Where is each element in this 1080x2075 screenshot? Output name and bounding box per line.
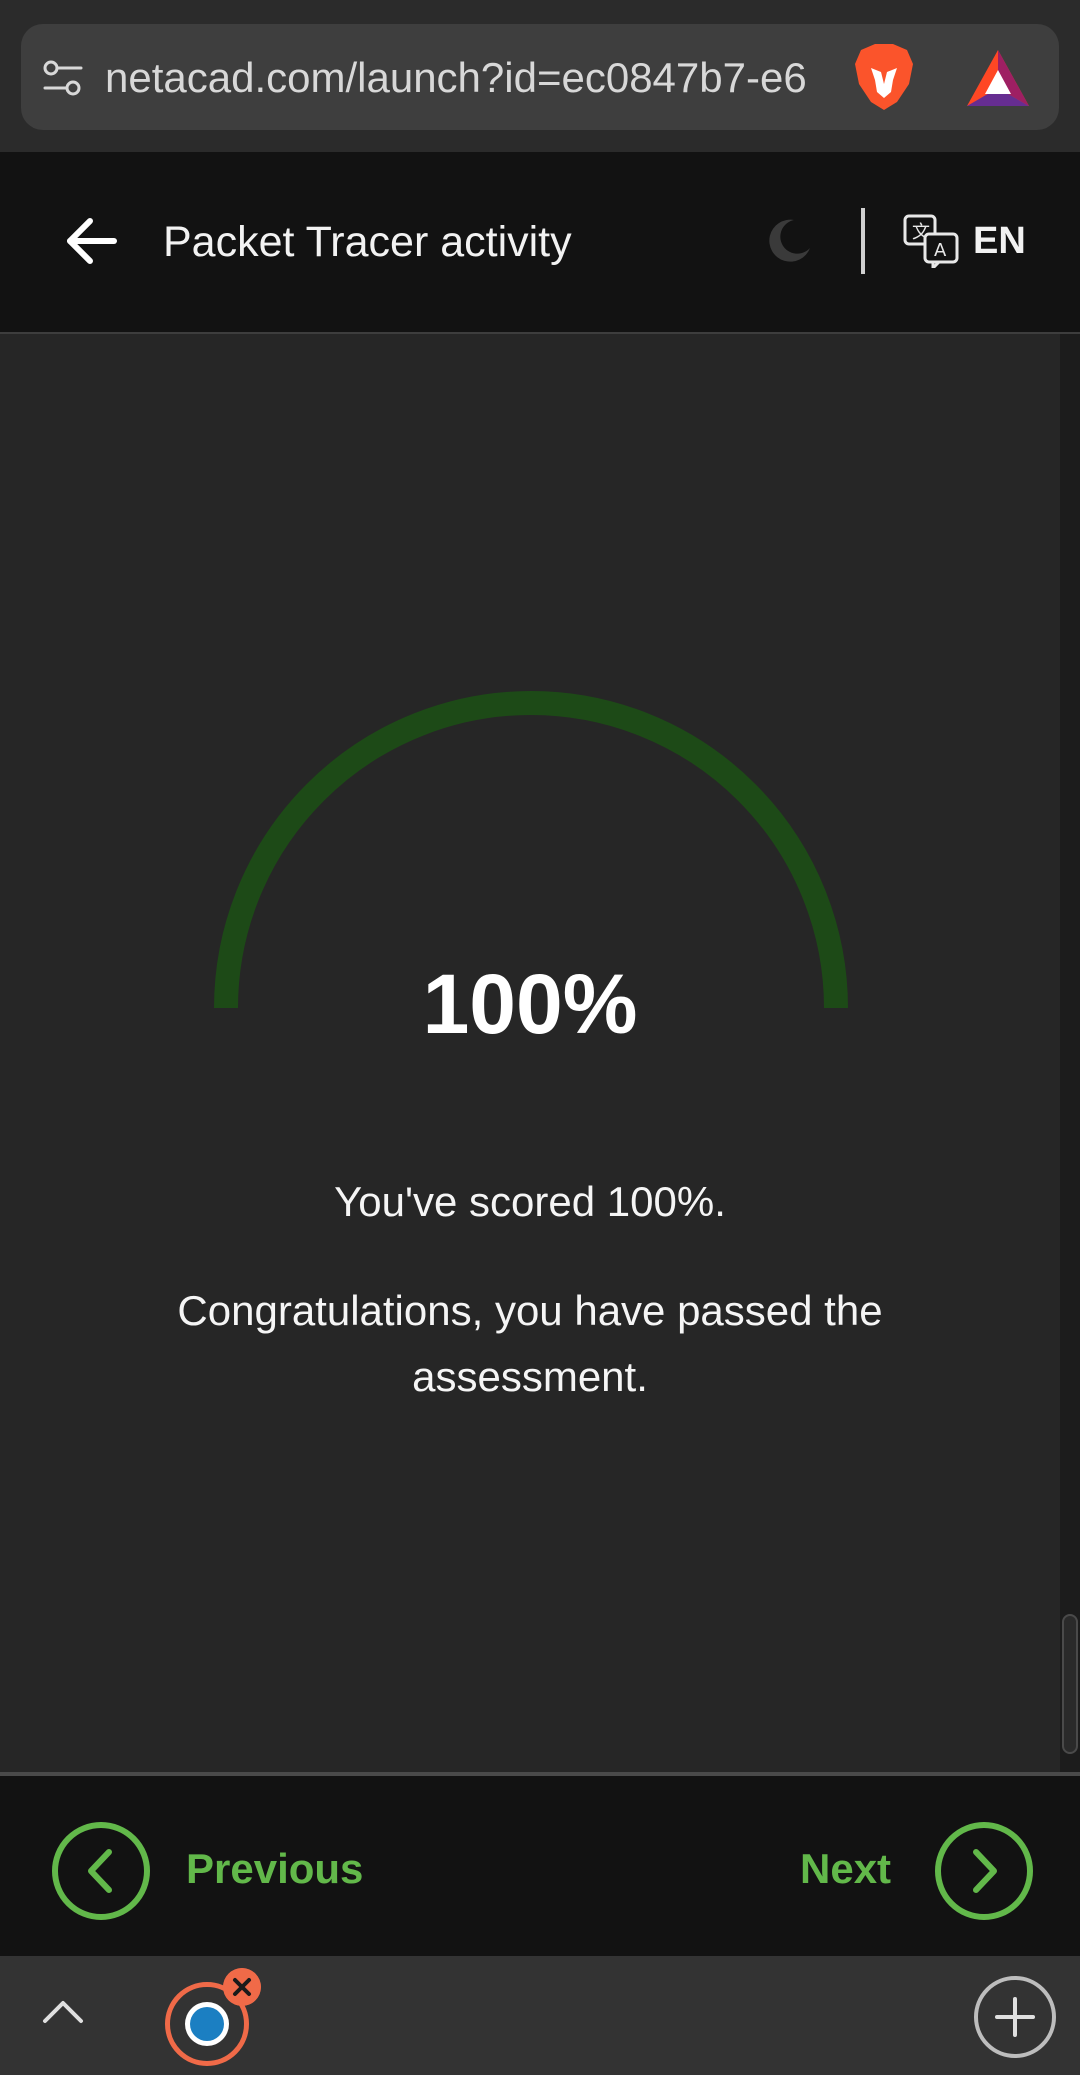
scrollbar-track[interactable]: [1060, 334, 1080, 1774]
page: netacad.com/launch?id=ec0847b7-e6 Packet…: [0, 0, 1080, 2075]
chevron-up-icon[interactable]: [42, 1998, 84, 2024]
chevron-left-icon: [88, 1849, 112, 1893]
congrats-message: Congratulations, you have passed the ass…: [177, 1287, 883, 1400]
moon-icon[interactable]: [764, 216, 814, 266]
result-panel: 100% You've scored 100%. Congratulations…: [0, 334, 1060, 1774]
svg-text:A: A: [934, 240, 947, 261]
site-settings-icon[interactable]: [41, 56, 85, 100]
score-message: You've scored 100%.: [334, 1178, 726, 1225]
close-tab-icon[interactable]: [223, 1968, 261, 2006]
next-label[interactable]: Next: [800, 1842, 891, 1896]
score-percent: 100%: [422, 957, 638, 1051]
translate-icon[interactable]: 文 A: [903, 214, 959, 268]
previous-button[interactable]: [52, 1822, 150, 1920]
page-title: Packet Tracer activity: [163, 218, 572, 266]
chevron-right-icon: [973, 1849, 997, 1893]
new-tab-plus-icon: [995, 1997, 1035, 2037]
activity-nav: Previous Next: [0, 1776, 1080, 1956]
brave-lion-icon[interactable]: [847, 40, 921, 114]
header-divider: [861, 208, 865, 274]
next-button[interactable]: [935, 1822, 1033, 1920]
browser-toolbar: [0, 1956, 1080, 2075]
url-field[interactable]: netacad.com/launch?id=ec0847b7-e6: [21, 24, 1059, 130]
previous-label[interactable]: Previous: [186, 1842, 363, 1896]
scrollbar-thumb[interactable]: [1062, 1614, 1078, 1754]
bat-rewards-icon[interactable]: [965, 48, 1031, 108]
language-selector[interactable]: EN: [973, 218, 1026, 264]
tab-favicon-icon: [185, 2002, 229, 2046]
browser-address-bar: netacad.com/launch?id=ec0847b7-e6: [0, 0, 1080, 152]
app-header: Packet Tracer activity 文 A EN: [0, 152, 1080, 334]
new-tab-button[interactable]: [974, 1976, 1056, 2058]
url-text[interactable]: netacad.com/launch?id=ec0847b7-e6: [105, 52, 845, 104]
back-arrow-icon[interactable]: [64, 216, 118, 266]
